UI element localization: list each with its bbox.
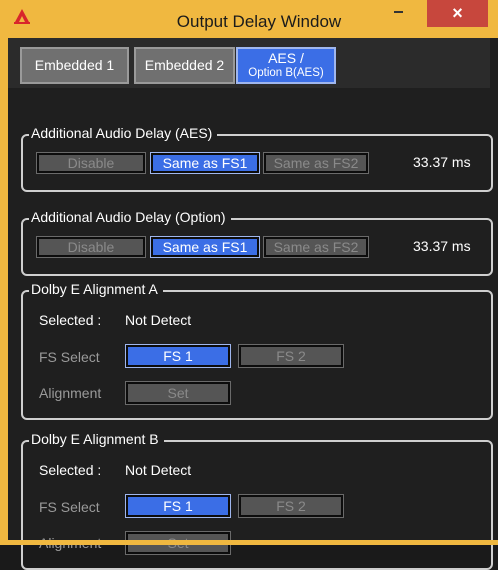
tab-aes-option-line2: Option B(AES)	[248, 67, 324, 79]
tab-aes-option-line1: AES /	[268, 50, 304, 66]
window-bottom-border	[0, 540, 498, 545]
tab-aes-option[interactable]: AES / Option B(AES)	[236, 47, 336, 84]
option-delay-title: Additional Audio Delay (Option)	[29, 209, 231, 225]
dolby-a-group: Dolby E Alignment A Selected : Not Detec…	[21, 281, 493, 420]
dolby-a-selected-label: Selected :	[39, 312, 102, 328]
minimize-button[interactable]	[382, 0, 416, 24]
dolby-b-selected-label: Selected :	[39, 462, 102, 478]
option-delay-value: 33.37 ms	[413, 238, 471, 254]
dolby-b-group: Dolby E Alignment B Selected : Not Detec…	[21, 431, 493, 570]
option-same-fs2-button[interactable]: Same as FS2	[263, 236, 369, 258]
dolby-b-fs-label: FS Select	[39, 499, 100, 515]
dolby-a-alignment-label: Alignment	[39, 385, 102, 401]
aes-delay-group: Additional Audio Delay (AES) Disable Sam…	[21, 125, 493, 192]
window-content: Embedded 1 Embedded 2 AES / Option B(AES…	[8, 38, 498, 570]
aes-same-fs1-button[interactable]: Same as FS1	[150, 152, 260, 174]
dolby-a-fs1-button[interactable]: FS 1	[125, 344, 231, 368]
aes-delay-title: Additional Audio Delay (AES)	[29, 125, 218, 141]
output-delay-window: Output Delay Window × Embedded 1 Embedde…	[0, 0, 498, 570]
option-disable-button[interactable]: Disable	[36, 236, 146, 258]
dolby-a-fs2-button[interactable]: FS 2	[238, 344, 344, 368]
tab-embedded-1[interactable]: Embedded 1	[20, 47, 129, 84]
tab-embedded-2[interactable]: Embedded 2	[134, 47, 235, 84]
dolby-a-fs-label: FS Select	[39, 349, 100, 365]
dolby-a-title: Dolby E Alignment A	[29, 281, 163, 297]
aes-disable-button[interactable]: Disable	[36, 152, 146, 174]
dolby-a-selected-value: Not Detect	[125, 312, 192, 328]
close-button[interactable]: ×	[427, 0, 488, 27]
minimize-icon	[394, 11, 403, 13]
dolby-b-fs2-button[interactable]: FS 2	[238, 494, 344, 518]
title-bar[interactable]: Output Delay Window ×	[0, 0, 498, 38]
option-delay-group: Additional Audio Delay (Option) Disable …	[21, 209, 493, 276]
dolby-b-fs1-button[interactable]: FS 1	[125, 494, 231, 518]
dolby-a-set-button[interactable]: Set	[125, 381, 231, 405]
option-same-fs1-button[interactable]: Same as FS1	[150, 236, 260, 258]
aes-delay-value: 33.37 ms	[413, 154, 471, 170]
dolby-b-title: Dolby E Alignment B	[29, 431, 164, 447]
dolby-b-selected-value: Not Detect	[125, 462, 192, 478]
tab-bar: Embedded 1 Embedded 2 AES / Option B(AES…	[8, 38, 490, 88]
aes-same-fs2-button[interactable]: Same as FS2	[263, 152, 369, 174]
